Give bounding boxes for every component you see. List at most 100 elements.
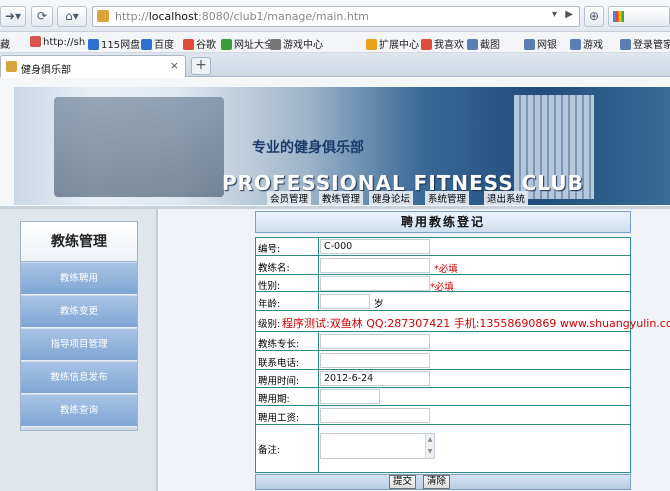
sidebar: 教练管理 教练聘用 教练变更 指导项目管理 教练信息发布 教练查询 (0, 209, 158, 491)
gender-input[interactable] (320, 276, 430, 291)
age-label: 年龄: (258, 299, 281, 310)
bookmarks-bar: 藏 http://sh 115网盘 百度 谷歌 网址大全 游戏中心 扩展中心 我喜欢 截图 网银 游戏… (0, 32, 670, 53)
phone-label: 联系电话: (258, 358, 300, 369)
nav-item[interactable]: 系统管理 (425, 191, 470, 205)
row-id: 编号: C-000 (256, 238, 630, 256)
refresh-button[interactable]: ⟳ (31, 6, 53, 27)
row-gender: 性别: *必填 (256, 275, 630, 293)
bookmark-item[interactable]: 115网盘 (88, 36, 140, 51)
phone-input[interactable] (320, 353, 430, 368)
forward-button[interactable]: ➜▾ (0, 6, 26, 27)
search-engine-button[interactable] (608, 6, 670, 27)
bookmark-icon (88, 39, 99, 50)
header-banner: 专业的健身俱乐部 PROFESSIONAL FITNESS CLUB (14, 87, 670, 205)
specialty-input[interactable] (320, 334, 430, 349)
nav-item[interactable]: 教练管理 (319, 191, 364, 205)
age-input[interactable] (320, 294, 370, 309)
bookmark-label: 我喜欢 (434, 40, 464, 51)
tab-title: 健身俱乐部 (21, 65, 71, 76)
id-input[interactable]: C-000 (320, 239, 430, 254)
bookmark-item[interactable]: 游戏 (570, 36, 603, 51)
browser-toolbar: ➜▾ ⟳ ⌂▾ http://localhost:8080/club1/mana… (0, 0, 670, 32)
bookmark-icon (221, 39, 232, 50)
hire-coach-form: 聘用教练登记 编号: C-000 教练名: *必填 性别: *必填 年龄: 岁 … (255, 211, 670, 490)
tab-fitness-club[interactable]: 健身俱乐部 × (0, 55, 186, 77)
bookmark-label: 登录管家 (633, 40, 670, 51)
reset-button[interactable]: 清除 (423, 475, 450, 489)
watermark-note: 程序测试:双鱼林 QQ:287307421 手机:13558690869 www… (282, 317, 670, 330)
salary-label: 聘用工资: (258, 413, 300, 424)
security-button[interactable]: ⊕ (584, 6, 604, 27)
term-input[interactable] (320, 389, 380, 404)
bookmark-item[interactable]: 百度 (141, 36, 174, 51)
nav-item[interactable]: 会员管理 (267, 191, 312, 205)
name-label: 教练名: (258, 263, 290, 274)
hire-date-label: 聘用时间: (258, 376, 300, 387)
bookmark-icon (570, 39, 581, 50)
salary-input[interactable] (320, 408, 430, 423)
tab-favicon-icon (6, 61, 17, 72)
bookmark-item[interactable]: 游戏中心 (270, 36, 323, 51)
row-hire-date: 聘用时间: 2012-6-24 (256, 370, 630, 388)
remark-textarea[interactable] (320, 433, 435, 459)
bookmark-label: 截图 (480, 40, 500, 51)
term-label: 聘用期: (258, 394, 290, 405)
bookmark-label: 115网盘 (101, 40, 141, 51)
level-label: 级别: (258, 319, 281, 330)
row-term: 聘用期: (256, 388, 630, 406)
new-tab-button[interactable]: + (191, 57, 211, 75)
bookmark-item[interactable]: 登录管家 (620, 36, 670, 51)
bookmark-label: http://sh (43, 37, 86, 48)
dropdown-icon[interactable]: ▾ (552, 9, 557, 20)
sidebar-item[interactable]: 教练变更 (21, 296, 137, 328)
bookmark-item[interactable]: http://sh (30, 36, 85, 48)
form-title: 聘用教练登记 (255, 211, 631, 233)
bookmark-label: 扩展中心 (379, 40, 419, 51)
bookmark-label: 谷歌 (196, 40, 216, 51)
bookmark-label: 游戏 (583, 40, 603, 51)
bookmark-icon (30, 36, 41, 47)
bookmark-item[interactable]: 网址大全 (221, 36, 274, 51)
sidebar-item[interactable]: 指导项目管理 (21, 329, 137, 361)
top-nav: 会员管理 教练管理 健身论坛 系统管理 退出系统 (14, 191, 670, 205)
search-engine-icon (613, 11, 624, 22)
bookmark-icon (366, 39, 377, 50)
bookmark-icon (141, 39, 152, 50)
home-button[interactable]: ⌂▾ (57, 6, 87, 27)
address-bar[interactable]: http://localhost:8080/club1/manage/main.… (92, 6, 580, 27)
row-remark: 备注: ▲ ▼ (256, 425, 630, 472)
bookmark-item[interactable]: 网银 (524, 36, 557, 51)
bookmark-item[interactable]: 谷歌 (183, 36, 216, 51)
sidebar-menu: 教练管理 教练聘用 教练变更 指导项目管理 教练信息发布 教练查询 (20, 221, 138, 431)
hire-date-input[interactable]: 2012-6-24 (320, 371, 430, 386)
bookmark-item[interactable]: 我喜欢 (421, 36, 464, 51)
name-input[interactable] (320, 258, 430, 273)
bookmark-item[interactable]: 截图 (467, 36, 500, 51)
main-panel: 聘用教练登记 编号: C-000 教练名: *必填 性别: *必填 年龄: 岁 … (160, 209, 670, 491)
nav-item[interactable]: 退出系统 (484, 191, 529, 205)
bookmark-item[interactable]: 扩展中心 (366, 36, 419, 51)
sidebar-title: 教练管理 (21, 222, 137, 262)
close-tab-icon[interactable]: × (170, 59, 179, 72)
page-content: 专业的健身俱乐部 PROFESSIONAL FITNESS CLUB 会员管理教… (0, 78, 670, 491)
bookmark-item[interactable]: 藏 (0, 36, 10, 51)
gender-required: *必填 (430, 282, 454, 293)
remark-label: 备注: (258, 445, 281, 456)
row-specialty: 教练专长: (256, 332, 630, 351)
bookmark-label: 网址大全 (234, 40, 274, 51)
id-label: 编号: (258, 244, 281, 255)
go-icon[interactable]: ▶ (565, 9, 573, 20)
sidebar-item[interactable]: 教练查询 (21, 395, 137, 427)
tab-bar: 健身俱乐部 × + (0, 53, 670, 77)
row-name: 教练名: *必填 (256, 256, 630, 275)
bookmark-icon (183, 39, 194, 50)
bookmark-icon (620, 39, 631, 50)
textarea-scrollbar[interactable]: ▲ ▼ (425, 434, 434, 458)
sidebar-item[interactable]: 教练聘用 (21, 263, 137, 295)
nav-item[interactable]: 健身论坛 (369, 191, 414, 205)
address-url: http://localhost:8080/club1/manage/main.… (115, 10, 369, 23)
specialty-label: 教练专长: (258, 339, 300, 350)
sidebar-item[interactable]: 教练信息发布 (21, 362, 137, 394)
bookmark-label: 网银 (537, 40, 557, 51)
submit-button[interactable]: 提交 (389, 475, 416, 489)
